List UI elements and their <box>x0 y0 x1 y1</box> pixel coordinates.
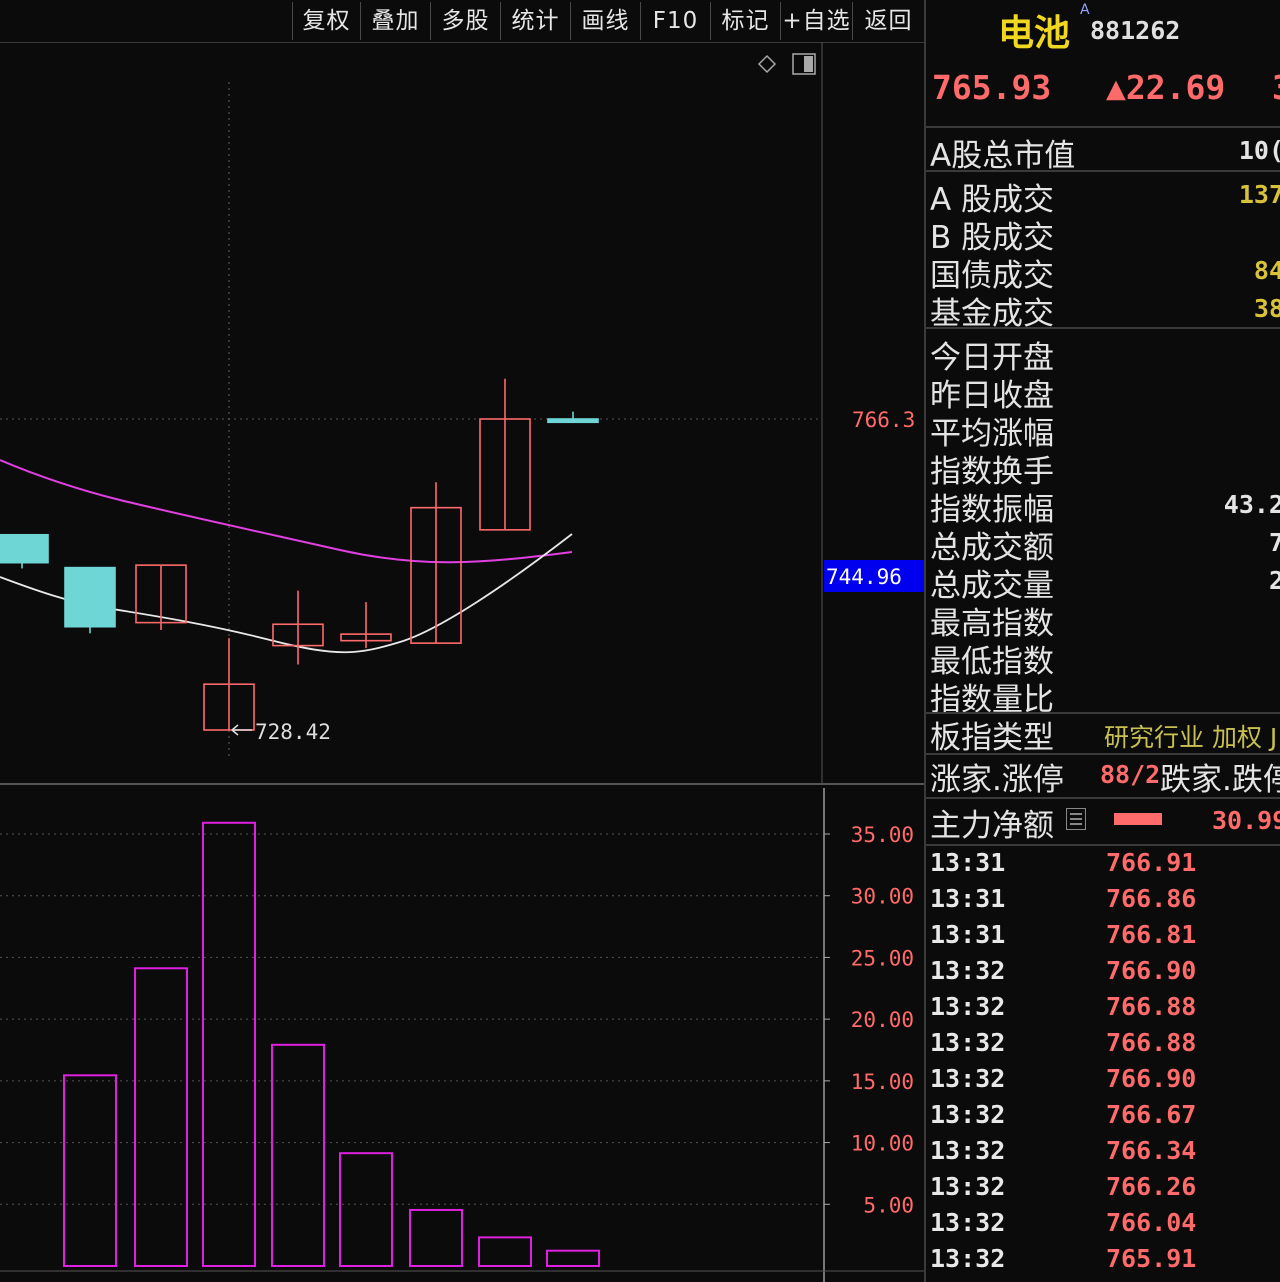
stat-value: 43.2 <box>1223 490 1280 519</box>
draw-line-button[interactable]: 画线 <box>570 2 640 40</box>
f10-button[interactable]: F10 <box>640 2 710 40</box>
volume-bar <box>202 821 256 1267</box>
fuquan-button[interactable]: 复权 <box>292 2 360 40</box>
tick-time: 13:32 <box>930 992 1006 1021</box>
kline-chart[interactable]: 728.42 766.3 744.96 35.00 30.00 25.00 20.00 15.… <box>0 42 924 1282</box>
updown-label: 涨家.涨停 <box>930 762 1064 798</box>
tick-time: 13:32 <box>930 1244 1006 1273</box>
tick-price: 766.88 <box>1106 1028 1197 1057</box>
tick-price: 766.34 <box>1106 1136 1197 1165</box>
mark-button[interactable]: 标记 <box>710 2 780 40</box>
tick-time: 13:32 <box>930 1028 1006 1057</box>
tick-time: 13:31 <box>930 884 1006 913</box>
tick-price: 765.91 <box>1106 1244 1197 1273</box>
tick-time: 13:31 <box>930 920 1006 949</box>
tick-price: 766.04 <box>1106 1208 1197 1237</box>
volume-axis-label: 25.00 <box>851 946 914 970</box>
volume-axis-label: 35.00 <box>851 823 914 847</box>
volume-axis-label: 10.00 <box>851 1132 914 1156</box>
main-flow-bar <box>1114 813 1162 825</box>
volume-bar <box>63 1074 117 1267</box>
tick-time: 13:32 <box>930 1208 1006 1237</box>
main-flow-value: 30.99 <box>1212 806 1280 835</box>
low-marker-label: 728.42 <box>255 720 331 744</box>
volume-bar <box>478 1236 532 1268</box>
stat-value: 10( <box>1238 136 1280 165</box>
tick-price: 766.90 <box>1106 956 1197 985</box>
divider <box>926 170 1280 172</box>
tick-time: 13:32 <box>930 956 1006 985</box>
stat-value: 7 <box>1269 528 1280 557</box>
tick-price: 766.91 <box>1106 848 1197 877</box>
volume-axis-label: 20.00 <box>851 1008 914 1032</box>
volume-axis-label: 5.00 <box>863 1193 914 1217</box>
tick-price: 766.26 <box>1106 1172 1197 1201</box>
current-price-tag-label: 744.96 <box>826 565 902 589</box>
tick-time: 13:32 <box>930 1064 1006 1093</box>
stat-value: 84 <box>1253 256 1280 285</box>
index-code: 881262 <box>1090 16 1181 45</box>
main-flow-label[interactable]: 主力净额 <box>930 800 1054 845</box>
divider <box>926 327 1280 329</box>
volume-bar <box>339 1152 393 1267</box>
stat-value: 137 <box>1238 180 1280 209</box>
volume-bar <box>546 1249 600 1267</box>
multi-stock-button[interactable]: 多股 <box>430 2 500 40</box>
stat-value: 38 <box>1253 294 1280 323</box>
down-label: 跌家.跌停 <box>1160 762 1280 798</box>
layout-toggle-icon-fill <box>804 56 813 72</box>
volume-bar <box>409 1208 463 1267</box>
ma-line-magenta <box>0 459 573 564</box>
quote-panel: 电池 A 881262 765.93 ▲22.69 3 A股总市值10( A 股… <box>924 0 1280 1282</box>
menu-icon[interactable] <box>1066 808 1086 830</box>
tick-price: 766.90 <box>1106 1064 1197 1093</box>
stat-value: 2 <box>1269 566 1280 595</box>
board-type-value: 研究行业 加权 J <box>1104 723 1278 752</box>
tick-time: 13:32 <box>930 1136 1006 1165</box>
volume-bar <box>134 967 188 1267</box>
board-type-label: 板指类型 <box>930 720 1054 756</box>
chart-toolbar: 复权 叠加 多股 统计 画线 F10 标记 +自选 返回 <box>0 0 924 43</box>
index-name: 电池 <box>998 13 1071 54</box>
tick-price: 766.86 <box>1106 884 1197 913</box>
add-favorite-button[interactable]: +自选 <box>780 2 852 40</box>
tick-price: 766.88 <box>1106 992 1197 1021</box>
back-button[interactable]: 返回 <box>852 2 924 40</box>
volume-bar <box>271 1043 325 1267</box>
diamond-icon <box>757 54 777 74</box>
current-price: 765.93 <box>932 68 1052 107</box>
price-change: ▲22.69 <box>1106 68 1226 107</box>
candle-body <box>0 533 49 564</box>
tick-time: 13:32 <box>930 1172 1006 1201</box>
tick-price: 766.67 <box>1106 1100 1197 1129</box>
volume-axis-label: 15.00 <box>851 1070 914 1094</box>
divider <box>926 844 1280 846</box>
candle-body <box>547 418 599 424</box>
tick-time: 13:31 <box>930 848 1006 877</box>
volume-axis-label: 30.00 <box>851 885 914 909</box>
overlay-button[interactable]: 叠加 <box>360 2 430 40</box>
statistics-button[interactable]: 统计 <box>500 2 570 40</box>
candle-body <box>64 566 116 628</box>
tick-time: 13:32 <box>930 1100 1006 1129</box>
tick-price: 766.81 <box>1106 920 1197 949</box>
divider <box>926 126 1280 128</box>
updown-value: 88/2 <box>1100 760 1161 789</box>
a-share-marker: A <box>1080 2 1090 18</box>
price-axis-label: 766.3 <box>852 408 915 432</box>
stat-label: A股总市值 <box>930 138 1076 174</box>
divider <box>926 797 1280 799</box>
change-percent-cut: 3 <box>1272 68 1280 107</box>
